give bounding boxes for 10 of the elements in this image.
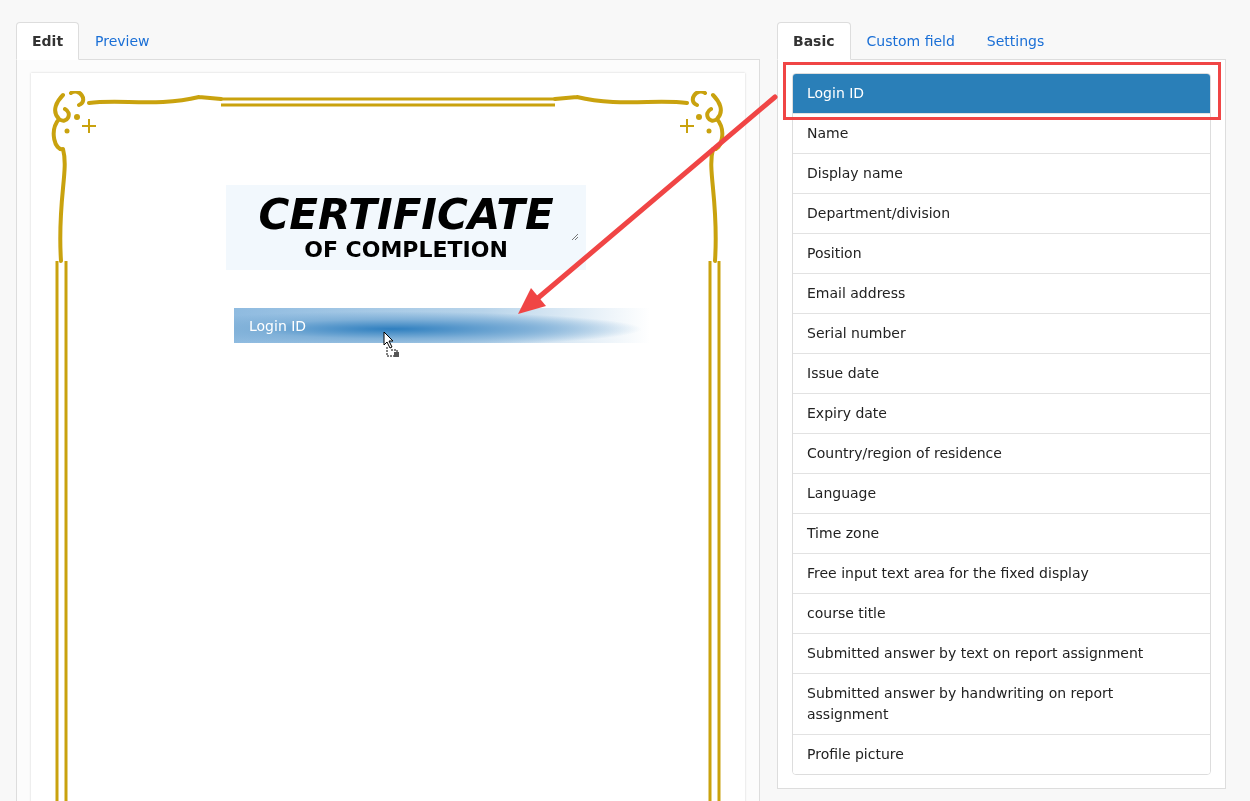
editor-tab[interactable]: Edit xyxy=(16,22,80,60)
field-list-item[interactable]: Login ID xyxy=(793,74,1210,113)
field-tab[interactable]: Custom field xyxy=(850,22,971,60)
field-tab[interactable]: Settings xyxy=(970,22,1061,60)
title-text-box[interactable]: CERTIFICATE OF COMPLETION xyxy=(226,185,586,270)
field-tab[interactable]: Basic xyxy=(777,22,851,60)
editor-tab[interactable]: Preview xyxy=(79,22,166,60)
certificate-subtitle: OF COMPLETION xyxy=(304,237,508,263)
field-list-item[interactable]: Profile picture xyxy=(793,734,1210,774)
certificate-title: CERTIFICATE xyxy=(258,192,554,238)
